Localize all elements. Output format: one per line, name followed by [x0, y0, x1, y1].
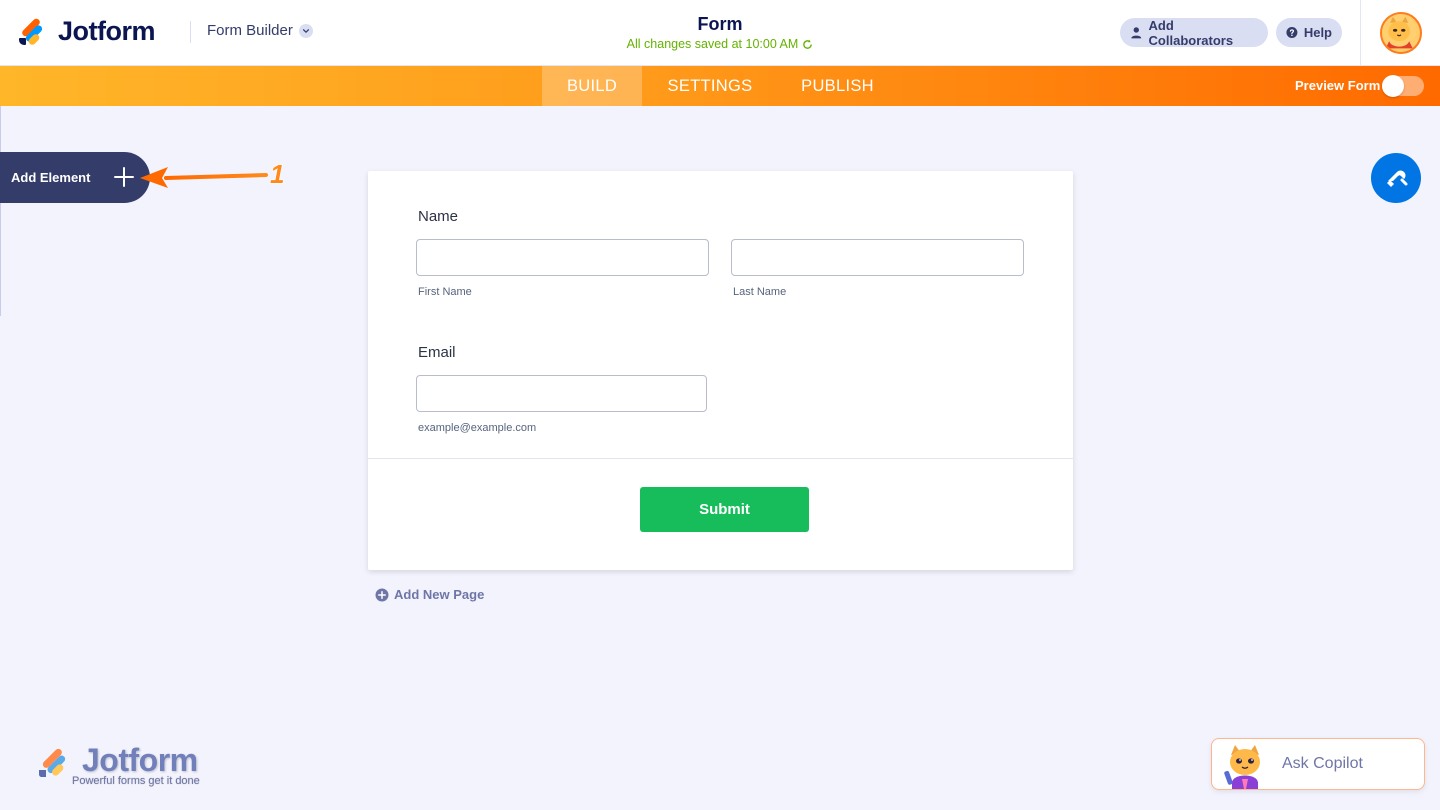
tab-publish[interactable]: PUBLISH	[790, 66, 885, 106]
plus-circle-icon	[375, 588, 389, 601]
preview-form-label: Preview Form	[1295, 78, 1381, 93]
email-sublabel: example@example.com	[418, 422, 537, 434]
form-divider	[368, 458, 1073, 459]
watermark-brand: Jotform	[82, 742, 198, 778]
jotform-logo-icon	[18, 16, 46, 47]
annotation-arrow: 1	[140, 158, 285, 190]
form-title[interactable]: Form	[620, 14, 820, 35]
add-collaborators-button[interactable]: Add Collaborators	[1120, 17, 1268, 48]
top-header: Jotform Form Builder Form All changes sa…	[0, 0, 1440, 66]
header-divider-right	[1360, 0, 1361, 66]
submit-button[interactable]: Submit	[640, 487, 809, 532]
jotform-logo-icon	[39, 748, 66, 777]
question-icon	[1286, 27, 1298, 38]
form-builder-label: Form Builder	[207, 22, 293, 39]
chevron-down-icon	[298, 23, 313, 38]
plus-icon	[114, 167, 134, 187]
form-designer-button[interactable]	[1371, 153, 1421, 203]
help-button[interactable]: Help	[1276, 18, 1342, 47]
tab-build[interactable]: BUILD	[542, 66, 642, 106]
paint-roller-icon	[1387, 170, 1408, 187]
add-new-page-label: Add New Page	[394, 587, 485, 602]
email-input[interactable]	[416, 375, 707, 412]
last-name-sublabel: Last Name	[733, 286, 787, 298]
last-name-input[interactable]	[731, 239, 1024, 276]
tab-settings[interactable]: SETTINGS	[660, 66, 760, 106]
jotform-watermark: Jotform Powerful forms get it done	[38, 742, 218, 794]
save-status: All changes saved at 10:00 AM	[580, 37, 860, 51]
refresh-icon[interactable]	[802, 39, 813, 50]
user-icon	[1131, 27, 1142, 39]
add-element-label: Add Element	[11, 170, 91, 185]
header-divider	[190, 21, 191, 43]
preview-form-toggle[interactable]	[1382, 75, 1424, 97]
add-element-button[interactable]: Add Element	[0, 152, 150, 203]
save-status-text: All changes saved at 10:00 AM	[626, 37, 799, 51]
cat-avatar-icon	[1224, 745, 1260, 789]
add-new-page-button[interactable]: Add New Page	[375, 587, 484, 602]
jotform-logo[interactable]: Jotform	[18, 15, 156, 47]
email-label: Email	[418, 344, 456, 361]
annotation-number: 1	[270, 159, 284, 189]
builder-nav: BUILD SETTINGS PUBLISH Preview Form	[0, 66, 1440, 106]
watermark-tagline: Powerful forms get it done	[72, 775, 200, 787]
add-collaborators-label: Add Collaborators	[1148, 17, 1234, 48]
first-name-sublabel: First Name	[418, 286, 472, 298]
form-card: Name First Name Last Name Email example@…	[368, 171, 1073, 570]
brand-name: Jotform	[58, 15, 156, 46]
toggle-knob	[1382, 75, 1404, 97]
avatar[interactable]	[1380, 12, 1422, 54]
help-label: Help	[1303, 25, 1332, 40]
ask-copilot-label: Ask Copilot	[1282, 755, 1363, 772]
form-builder-dropdown[interactable]: Form Builder	[207, 22, 313, 39]
first-name-input[interactable]	[416, 239, 709, 276]
ask-copilot-button[interactable]: Ask Copilot	[1211, 738, 1425, 790]
name-label: Name	[418, 208, 459, 225]
cat-avatar-icon	[1382, 14, 1417, 49]
left-panel-edge	[0, 106, 1, 316]
